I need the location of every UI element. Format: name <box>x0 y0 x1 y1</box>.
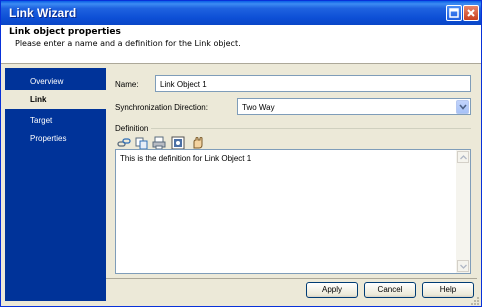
nav-item-link[interactable]: Link <box>5 90 106 109</box>
close-icon <box>467 9 475 17</box>
chevron-down-icon <box>460 264 467 269</box>
title-bar[interactable]: Link Wizard <box>1 1 481 25</box>
nav-item-target[interactable]: Target <box>5 111 106 130</box>
name-value: Link Object 1 <box>160 80 207 89</box>
nav-item-label: Target <box>30 116 53 125</box>
scroll-down-button[interactable] <box>457 260 469 272</box>
copy-format-icon[interactable] <box>135 136 149 150</box>
window-title: Link Wizard <box>9 6 77 20</box>
wizard-header: Link object properties Please enter a na… <box>1 25 481 64</box>
chevron-down-icon <box>459 104 467 110</box>
maximize-icon <box>449 8 459 18</box>
header-description: Please enter a name and a definition for… <box>15 39 241 48</box>
nav-item-label: Link <box>30 95 47 104</box>
sync-direction-label: Synchronization Direction: <box>115 103 208 112</box>
cancel-button[interactable]: Cancel <box>364 282 416 298</box>
insert-link-icon[interactable] <box>117 136 131 150</box>
dropdown-button[interactable] <box>456 100 469 114</box>
nav-item-properties[interactable]: Properties <box>5 129 106 148</box>
name-field[interactable]: Link Object 1 <box>155 75 471 92</box>
sync-direction-select[interactable]: Two Way <box>237 98 471 115</box>
definition-text: This is the definition for Link Object 1 <box>120 154 252 163</box>
button-divider <box>106 278 477 279</box>
scroll-up-button[interactable] <box>457 151 469 163</box>
nav-item-label: Properties <box>30 134 67 143</box>
image-icon[interactable] <box>171 136 185 150</box>
definition-divider <box>151 128 471 129</box>
definition-label: Definition <box>115 124 149 133</box>
sync-direction-value: Two Way <box>242 103 275 112</box>
nav-item-overview[interactable]: Overview <box>5 72 106 91</box>
definition-textarea[interactable]: This is the definition for Link Object 1 <box>115 149 471 274</box>
nav-item-label: Overview <box>30 77 64 86</box>
definition-scrollbar[interactable] <box>456 150 470 273</box>
link-wizard-window: Link Wizard Link object properties Pleas… <box>0 0 482 307</box>
print-icon[interactable] <box>152 136 166 150</box>
resize-grip-icon[interactable] <box>470 296 480 306</box>
wizard-nav: Overview Link Target Properties <box>5 68 106 301</box>
apply-button[interactable]: Apply <box>306 282 358 298</box>
chevron-up-icon <box>460 155 467 160</box>
header-title: Link object properties <box>9 27 121 37</box>
name-label: Name: <box>115 80 139 89</box>
find-icon[interactable] <box>190 136 204 150</box>
maximize-button[interactable] <box>446 5 462 21</box>
close-button[interactable] <box>463 5 479 21</box>
help-button[interactable]: Help <box>422 282 474 298</box>
